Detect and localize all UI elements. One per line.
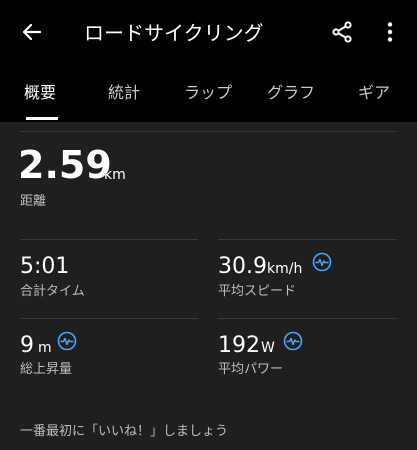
active-tab-indicator [26, 117, 58, 120]
activity-pulse-icon[interactable] [57, 331, 77, 351]
avg-speed-label: 平均スピード [218, 284, 297, 299]
avg-speed-unit: km/h [267, 261, 303, 277]
back-arrow-icon[interactable] [20, 20, 44, 44]
divider [218, 318, 397, 319]
tab-stats[interactable]: 統計 [108, 82, 140, 104]
page-title: ロードサイクリング [84, 21, 264, 45]
distance-value: 2.59 [18, 143, 112, 187]
avg-speed-value: 30.9 [218, 254, 267, 279]
divider [218, 239, 397, 240]
elevation-gain-unit: m [38, 340, 52, 356]
elevation-gain-label: 総上昇量 [20, 362, 73, 377]
tab-gear[interactable]: ギア [358, 82, 390, 104]
share-icon[interactable] [330, 20, 354, 44]
divider [20, 131, 397, 132]
activity-pulse-icon[interactable] [283, 331, 303, 351]
divider [20, 318, 198, 319]
avg-power-unit: W [261, 340, 275, 356]
like-prompt[interactable]: 一番最初に「いいね！」しましょう [20, 422, 228, 442]
total-time-value: 5:01 [20, 254, 70, 279]
avg-power-value: 192 [218, 333, 260, 358]
tab-bar: 概要 統計 ラップ グラフ ギア [0, 64, 417, 122]
avg-power-label: 平均パワー [218, 362, 284, 377]
elevation-gain-value: 9 [20, 333, 34, 358]
distance-label: 距離 [20, 194, 47, 209]
distance-unit: km [104, 167, 126, 183]
total-time-label: 合計タイム [20, 284, 85, 299]
activity-pulse-icon[interactable] [312, 252, 332, 272]
divider [20, 239, 198, 240]
app-bar: ロードサイクリング [0, 0, 417, 64]
tab-graphs[interactable]: グラフ [267, 82, 315, 104]
more-options-icon[interactable] [378, 20, 402, 44]
tab-laps[interactable]: ラップ [184, 82, 232, 104]
tab-overview[interactable]: 概要 [24, 82, 56, 104]
